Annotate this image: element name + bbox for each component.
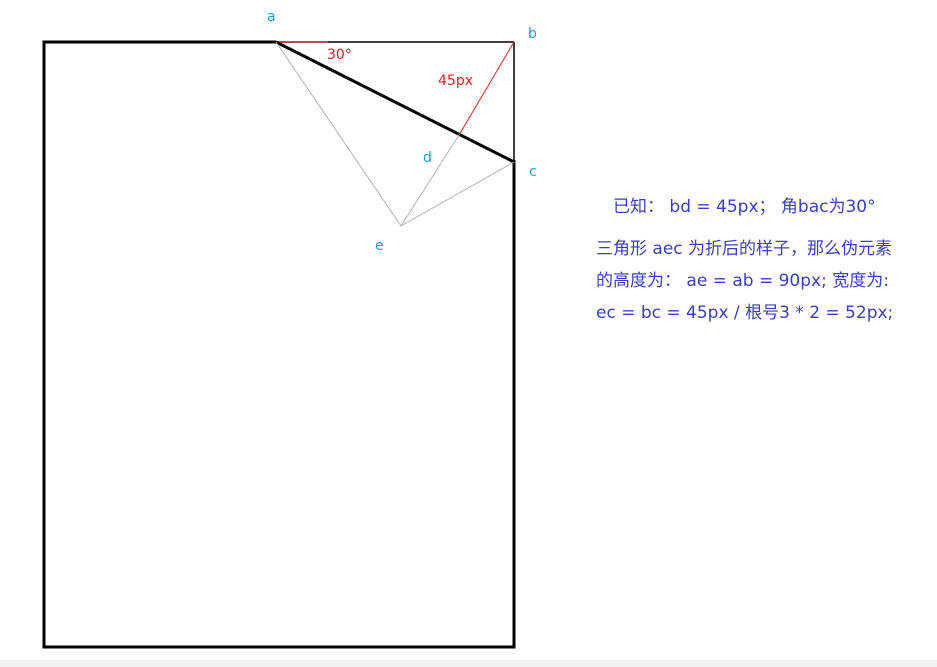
length-label: 45px [438,73,473,89]
label-d: d [423,150,432,166]
segment-de [400,134,460,227]
fold-diagram: a b c d e 30° 45px [42,9,537,649]
segment-ae [275,41,402,227]
note-line-2: 的高度为： ae = ab = 90px; 宽度为: [596,271,889,291]
label-a: a [267,9,276,25]
label-c: c [529,164,537,180]
note-line-3: ec = bc = 45px / 根号3 * 2 = 52px; [596,303,894,323]
note-known: 已知： bd = 45px； 角bac为30° [613,197,876,217]
angle-label: 30° [327,47,352,63]
bottom-strip [0,660,937,667]
label-b: b [528,26,537,42]
note-line-1: 三角形 aec 为折后的样子，那么伪元素 [596,239,893,259]
diagram-canvas: a b c d e 30° 45px [0,0,937,660]
segment-ec [400,161,515,227]
page-outline [42,40,516,649]
label-e: e [375,238,384,254]
